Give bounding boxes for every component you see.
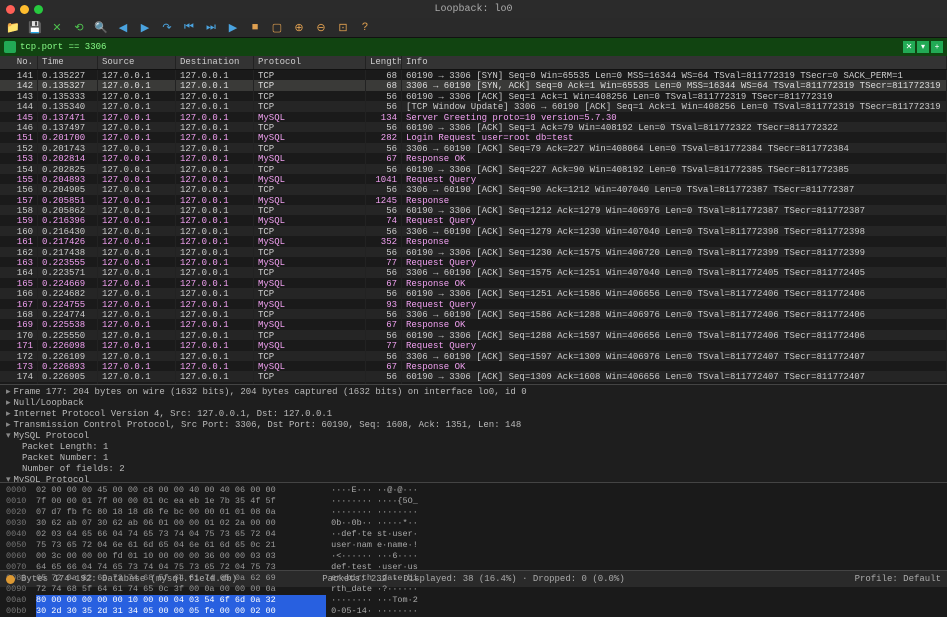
status-profile[interactable]: Profile: Default xyxy=(855,574,941,584)
packet-row[interactable]: 1440.135340127.0.0.1127.0.0.1TCP56[TCP W… xyxy=(0,101,947,111)
tree-item[interactable]: Number of fields: 2 xyxy=(22,464,941,475)
column-destination[interactable]: Destination xyxy=(176,56,254,69)
packet-row[interactable]: 1430.135333127.0.0.1127.0.0.1TCP5660190 … xyxy=(0,91,947,101)
column-no[interactable]: No. xyxy=(0,56,38,69)
tree-item[interactable]: ▸Frame 177: 204 bytes on wire (1632 bits… xyxy=(6,387,941,398)
display-filter-bar: ✕ ▾ + xyxy=(0,38,947,56)
packet-row[interactable]: 1720.226109127.0.0.1127.0.0.1TCP563306 →… xyxy=(0,351,947,361)
tree-item[interactable]: Packet Length: 1 xyxy=(22,442,941,453)
packet-row[interactable]: 1710.226098127.0.0.1127.0.0.1MySQL77Requ… xyxy=(0,340,947,350)
filter-plus-button[interactable]: + xyxy=(931,41,943,53)
column-info[interactable]: Info xyxy=(402,56,947,69)
skip-end-icon[interactable]: ⏭ xyxy=(204,21,218,35)
display-filter-input[interactable] xyxy=(20,42,903,52)
packet-row[interactable]: 1560.204905127.0.0.1127.0.0.1TCP563306 →… xyxy=(0,184,947,194)
hex-row[interactable]: 005075 73 65 72 04 6e 61 6d 65 04 6e 61 … xyxy=(6,540,941,551)
packet-row[interactable]: 1520.201743127.0.0.1127.0.0.1TCP563306 →… xyxy=(0,143,947,153)
status-left: Bytes 174-192: Database (mysql.field.db) xyxy=(21,574,237,584)
zoom-in-icon[interactable]: ⊕ xyxy=(292,21,306,35)
packet-row[interactable]: 1660.224682127.0.0.1127.0.0.1TCP5660190 … xyxy=(0,288,947,298)
hex-row[interactable]: 003030 62 ab 07 30 62 ab 06 01 00 00 01 … xyxy=(6,518,941,529)
help-icon[interactable]: ? xyxy=(358,21,372,35)
column-length[interactable]: Length xyxy=(366,56,402,69)
packet-row[interactable]: 1550.204893127.0.0.1127.0.0.1MySQL1041Re… xyxy=(0,174,947,184)
packet-row[interactable]: 1740.226905127.0.0.1127.0.0.1TCP5660190 … xyxy=(0,371,947,381)
packet-row[interactable]: 1540.202825127.0.0.1127.0.0.1TCP5660190 … xyxy=(0,164,947,174)
packet-row[interactable]: 1590.216396127.0.0.1127.0.0.1MySQL74Requ… xyxy=(0,215,947,225)
fit-icon[interactable]: ⊡ xyxy=(336,21,350,35)
close-window-button[interactable] xyxy=(6,5,15,14)
main-toolbar: 📁 💾 ✕ ⟲ 🔍 ◀ ▶ ↷ ⏮ ⏭ ▶ ■ ▢ ⊕ ⊖ ⊡? xyxy=(0,18,947,38)
packet-row[interactable]: 1700.225550127.0.0.1127.0.0.1TCP5660190 … xyxy=(0,330,947,340)
filter-apply-button[interactable]: ▾ xyxy=(917,41,929,53)
packet-row[interactable]: 1410.135227127.0.0.1127.0.0.1TCP6860190 … xyxy=(0,70,947,80)
column-source[interactable]: Source xyxy=(98,56,176,69)
folder-icon[interactable]: 📁 xyxy=(6,21,20,35)
reload-icon[interactable]: ⟲ xyxy=(72,21,86,35)
play-icon[interactable]: ▶ xyxy=(226,21,240,35)
filter-clear-button[interactable]: ✕ xyxy=(903,41,915,53)
jump-icon[interactable]: ↷ xyxy=(160,21,174,35)
packet-row[interactable]: 1570.205851127.0.0.1127.0.0.1MySQL1245Re… xyxy=(0,195,947,205)
box-icon[interactable]: ▢ xyxy=(270,21,284,35)
disk-icon[interactable]: 💾 xyxy=(28,21,42,35)
expert-info-icon[interactable] xyxy=(6,575,15,584)
tree-item[interactable]: ▾MySQL Protocol xyxy=(6,431,941,442)
tree-item[interactable]: ▾MySQL Protocol xyxy=(6,475,941,482)
packet-list-header: No. Time Source Destination Protocol Len… xyxy=(0,56,947,70)
zoom-out-icon[interactable]: ⊖ xyxy=(314,21,328,35)
hex-row[interactable]: 004002 03 64 65 66 04 74 65 73 74 04 75 … xyxy=(6,529,941,540)
packet-row[interactable]: 1610.217426127.0.0.1127.0.0.1MySQL352Res… xyxy=(0,236,947,246)
packet-row[interactable]: 1670.224755127.0.0.1127.0.0.1MySQL93Requ… xyxy=(0,299,947,309)
packet-row[interactable]: 1460.137497127.0.0.1127.0.0.1TCP5660190 … xyxy=(0,122,947,132)
skip-start-icon[interactable]: ⏮ xyxy=(182,21,196,35)
tree-item[interactable]: Packet Number: 1 xyxy=(22,453,941,464)
window-titlebar: Loopback: lo0 xyxy=(0,0,947,18)
hex-row[interactable]: 00a080 00 00 00 00 00 10 00 00 04 03 54 … xyxy=(6,595,941,606)
zoom-window-button[interactable] xyxy=(34,5,43,14)
tree-item[interactable]: ▸Transmission Control Protocol, Src Port… xyxy=(6,420,941,431)
tree-item[interactable]: ▸Null/Loopback xyxy=(6,398,941,409)
packet-row[interactable]: 1630.223555127.0.0.1127.0.0.1MySQL77Requ… xyxy=(0,257,947,267)
packet-row[interactable]: 1750.241600127.0.0.1127.0.0.1MySQL98Requ… xyxy=(0,382,947,384)
status-packets: Packets: 232 · Displayed: 38 (16.4%) · D… xyxy=(322,574,624,584)
window-title: Loopback: lo0 xyxy=(434,4,512,15)
tree-item[interactable]: ▸Internet Protocol Version 4, Src: 127.0… xyxy=(6,409,941,420)
packet-row[interactable]: 1600.216430127.0.0.1127.0.0.1TCP563306 →… xyxy=(0,226,947,236)
packet-row[interactable]: 1620.217438127.0.0.1127.0.0.1TCP5660190 … xyxy=(0,247,947,257)
hex-row[interactable]: 006000 3c 00 00 00 fd 01 10 00 00 00 36 … xyxy=(6,551,941,562)
hex-row[interactable]: 00b030 2d 30 35 2d 31 34 05 00 00 05 fe … xyxy=(6,606,941,617)
packet-row[interactable]: 1420.135327127.0.0.1127.0.0.1TCP683306 →… xyxy=(0,80,947,90)
packet-row[interactable]: 1450.137471127.0.0.1127.0.0.1MySQL134Ser… xyxy=(0,112,947,122)
packet-row[interactable]: 1640.223571127.0.0.1127.0.0.1TCP563306 →… xyxy=(0,267,947,277)
packet-row[interactable]: 1530.202814127.0.0.1127.0.0.1MySQL67Resp… xyxy=(0,153,947,163)
minimize-window-button[interactable] xyxy=(20,5,29,14)
filter-bookmark-icon[interactable] xyxy=(4,41,16,53)
packet-details-pane[interactable]: ▸Frame 177: 204 bytes on wire (1632 bits… xyxy=(0,384,947,482)
column-time[interactable]: Time xyxy=(38,56,98,69)
packet-row[interactable]: 1680.224774127.0.0.1127.0.0.1TCP563306 →… xyxy=(0,309,947,319)
hex-row[interactable]: 002007 d7 fb fc 80 18 18 d8 fe bc 00 00 … xyxy=(6,507,941,518)
stop-icon[interactable]: ■ xyxy=(248,21,262,35)
right-icon[interactable]: ▶ xyxy=(138,21,152,35)
packet-row[interactable]: 1650.224669127.0.0.1127.0.0.1MySQL67Resp… xyxy=(0,278,947,288)
search-icon[interactable]: 🔍 xyxy=(94,21,108,35)
left-icon[interactable]: ◀ xyxy=(116,21,130,35)
hex-row[interactable]: 00107f 00 00 01 7f 00 00 01 0c ea eb 1e … xyxy=(6,496,941,507)
traffic-lights xyxy=(6,5,43,14)
packet-row[interactable]: 1580.205862127.0.0.1127.0.0.1TCP5660190 … xyxy=(0,205,947,215)
packet-row[interactable]: 1730.226893127.0.0.1127.0.0.1MySQL67Resp… xyxy=(0,361,947,371)
packet-bytes-pane[interactable]: 000002 00 00 00 45 00 00 c8 00 00 40 00 … xyxy=(0,482,947,570)
column-protocol[interactable]: Protocol xyxy=(254,56,366,69)
packet-list-pane[interactable]: 1410.135227127.0.0.1127.0.0.1TCP6860190 … xyxy=(0,70,947,384)
packet-row[interactable]: 1510.201700127.0.0.1127.0.0.1MySQL282Log… xyxy=(0,132,947,142)
close-icon[interactable]: ✕ xyxy=(50,21,64,35)
packet-row[interactable]: 1690.225538127.0.0.1127.0.0.1MySQL67Resp… xyxy=(0,319,947,329)
hex-row[interactable]: 000002 00 00 00 45 00 00 c8 00 00 40 00 … xyxy=(6,485,941,496)
